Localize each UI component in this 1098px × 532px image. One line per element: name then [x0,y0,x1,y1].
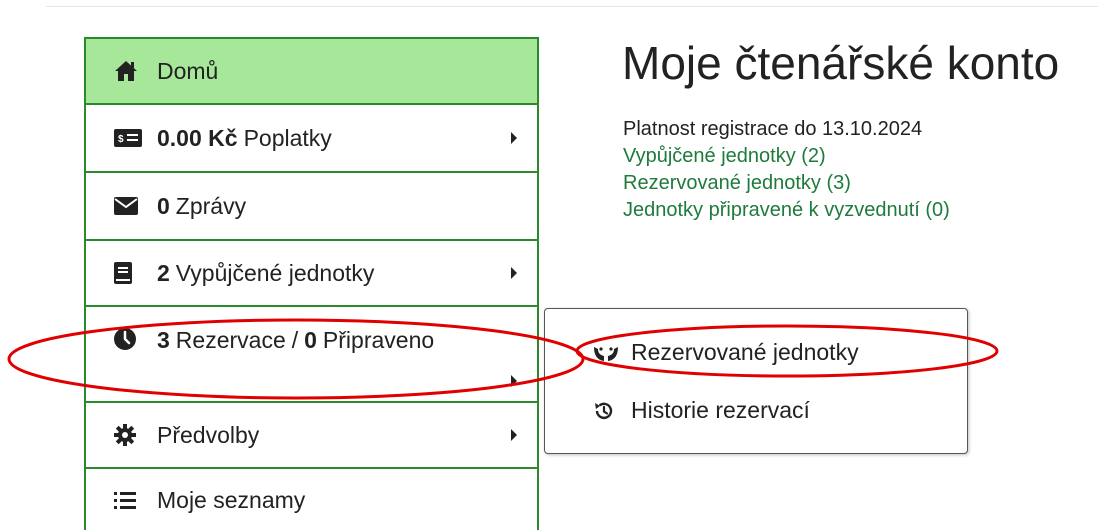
hands-icon [593,341,621,365]
sidebar-item-label-ready: Připraveno [322,327,435,353]
loans-count: 2 [157,259,170,286]
account-sidebar: Domů $ 0.00 Kč Poplatky 0 Zprávy 2 Vypůj… [84,37,539,530]
menu-item-reservation-history[interactable]: Historie rezervací [593,397,810,424]
sidebar-item-my-lists[interactable]: Moje seznamy [86,469,537,532]
fees-amount: 0.00 Kč [157,124,238,151]
link-ready-items[interactable]: Jednotky připravené k vyzvednutí (0) [623,197,950,224]
sidebar-item-label: Moje seznamy [157,487,306,513]
reservations-dropdown-menu: Rezervované jednotky Historie rezervací [544,308,968,454]
sidebar-item-label: Domů [157,57,219,84]
gear-icon [114,423,144,447]
book-icon [114,261,144,285]
sidebar-item-label: Rezervace [175,327,286,353]
envelope-icon [114,194,144,218]
top-divider [46,6,1098,7]
caret-right-icon [511,267,517,279]
history-icon [593,399,621,423]
svg-text:$: $ [118,134,124,145]
link-reserved-items[interactable]: Rezervované jednotky (3) [623,170,950,197]
sidebar-item-label: Předvolby [157,421,260,448]
account-summary: Platnost registrace do 13.10.2024 Vypůjč… [623,116,950,224]
menu-item-label: Rezervované jednotky [631,339,859,365]
sidebar-item-label: Vypůjčené jednotky [175,259,375,286]
money-icon: $ [114,126,144,150]
sidebar-item-reservations[interactable]: 3 Rezervace / 0 Připraveno [86,307,537,403]
sidebar-item-label: Poplatky [243,124,332,151]
sidebar-item-fees[interactable]: $ 0.00 Kč Poplatky [86,105,537,173]
reservations-count: 3 [157,327,170,353]
caret-right-icon [511,429,517,441]
list-icon [114,489,144,513]
ready-count: 0 [304,327,317,353]
page-title: Moje čtenářské konto [622,37,1060,89]
clock-icon [114,327,144,351]
separator: / [291,327,299,353]
sidebar-item-messages[interactable]: 0 Zprávy [86,173,537,241]
link-loaned-items[interactable]: Vypůjčené jednotky (2) [623,143,950,170]
menu-item-label: Historie rezervací [631,397,810,423]
sidebar-item-loans[interactable]: 2 Vypůjčené jednotky [86,241,537,307]
caret-right-icon [511,375,517,387]
sidebar-item-home[interactable]: Domů [86,39,537,105]
messages-count: 0 [157,192,170,219]
menu-item-reserved-items[interactable]: Rezervované jednotky [593,339,859,366]
sidebar-item-label: Zprávy [175,192,247,219]
home-icon [114,59,144,83]
sidebar-item-preferences[interactable]: Předvolby [86,403,537,469]
caret-right-icon [511,132,517,144]
registration-validity: Platnost registrace do 13.10.2024 [623,118,923,140]
